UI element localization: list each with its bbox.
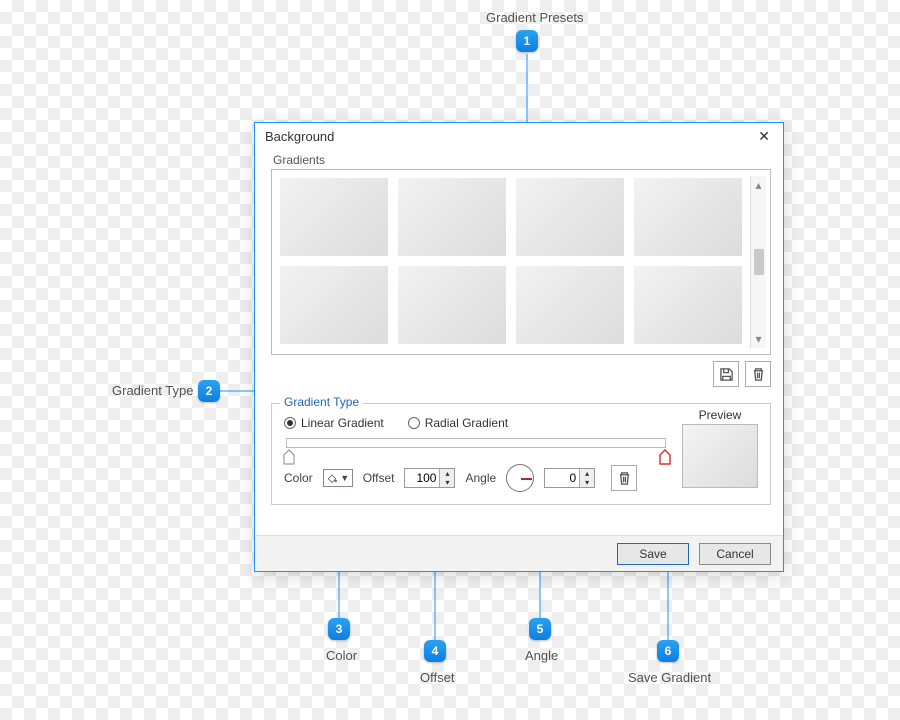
trash-icon bbox=[751, 367, 766, 382]
callout-marker-2: 2 bbox=[198, 380, 220, 402]
dialog-title: Background bbox=[265, 129, 334, 144]
callout-label-angle: Angle bbox=[525, 648, 558, 663]
callout-label-type: Gradient Type bbox=[112, 383, 193, 398]
save-button[interactable]: Save bbox=[617, 543, 689, 565]
gradients-section-label: Gradients bbox=[273, 153, 771, 167]
angle-value-field[interactable] bbox=[545, 471, 579, 485]
delete-stop-button[interactable] bbox=[611, 465, 637, 491]
delete-preset-button[interactable] bbox=[745, 361, 771, 387]
gradient-preset[interactable] bbox=[634, 266, 742, 344]
radio-linear-label: Linear Gradient bbox=[301, 416, 384, 430]
dialog-footer: Save Cancel bbox=[255, 535, 783, 571]
callout-label-color: Color bbox=[326, 648, 357, 663]
gradient-preset[interactable] bbox=[280, 266, 388, 344]
stop-marker-icon bbox=[659, 449, 671, 465]
gradient-presets-grid bbox=[278, 176, 744, 348]
gradient-stop-slider[interactable] bbox=[286, 438, 666, 448]
save-preset-button[interactable] bbox=[713, 361, 739, 387]
gradient-preset[interactable] bbox=[516, 266, 624, 344]
trash-icon bbox=[617, 471, 632, 486]
paint-bucket-icon bbox=[326, 472, 338, 484]
dropdown-caret-icon: ▼ bbox=[340, 473, 349, 483]
dialog-titlebar[interactable]: Background ✕ bbox=[255, 123, 783, 149]
angle-label: Angle bbox=[465, 471, 496, 485]
offset-value-field[interactable] bbox=[405, 471, 439, 485]
gradient-preview bbox=[682, 424, 758, 488]
callout-label-offset: Offset bbox=[420, 670, 454, 685]
floppy-disk-icon bbox=[719, 367, 734, 382]
gradient-preset[interactable] bbox=[634, 178, 742, 256]
color-label: Color bbox=[284, 471, 313, 485]
preview-section: Preview bbox=[682, 408, 758, 488]
gradient-presets-panel: ▴ ▾ bbox=[271, 169, 771, 355]
radio-radial-gradient[interactable]: Radial Gradient bbox=[408, 416, 508, 430]
spinner-down-icon[interactable]: ▾ bbox=[580, 478, 594, 487]
scroll-up-icon[interactable]: ▴ bbox=[755, 178, 761, 192]
background-dialog: Background ✕ Gradients ▴ ▾ bbox=[254, 122, 784, 572]
gradient-type-group-title: Gradient Type bbox=[280, 395, 363, 409]
stop-marker-icon bbox=[283, 449, 295, 465]
gradient-preset[interactable] bbox=[516, 178, 624, 256]
close-button[interactable]: ✕ bbox=[753, 126, 775, 146]
cancel-button[interactable]: Cancel bbox=[699, 543, 771, 565]
spinner-up-icon[interactable]: ▴ bbox=[580, 469, 594, 478]
callout-marker-6: 6 bbox=[657, 640, 679, 662]
scroll-down-icon[interactable]: ▾ bbox=[755, 332, 761, 346]
gradient-stop-end[interactable] bbox=[659, 449, 671, 465]
radio-dot-icon bbox=[408, 417, 420, 429]
callout-marker-4: 4 bbox=[424, 640, 446, 662]
callout-label-presets: Gradient Presets bbox=[486, 10, 584, 25]
offset-label: Offset bbox=[363, 471, 395, 485]
offset-input[interactable]: ▴ ▾ bbox=[404, 468, 455, 488]
callout-marker-5: 5 bbox=[529, 618, 551, 640]
spinner-down-icon[interactable]: ▾ bbox=[440, 478, 454, 487]
callout-label-save: Save Gradient bbox=[628, 670, 711, 685]
gradient-type-group: Gradient Type Preview Linear Gradient Ra… bbox=[271, 403, 771, 505]
gradient-preset[interactable] bbox=[280, 178, 388, 256]
radio-linear-gradient[interactable]: Linear Gradient bbox=[284, 416, 384, 430]
callout-marker-1: 1 bbox=[516, 30, 538, 52]
gradient-stop-start[interactable] bbox=[283, 449, 295, 465]
preview-label: Preview bbox=[682, 408, 758, 422]
callout-marker-3: 3 bbox=[328, 618, 350, 640]
spinner-up-icon[interactable]: ▴ bbox=[440, 469, 454, 478]
presets-scrollbar[interactable]: ▴ ▾ bbox=[750, 176, 766, 348]
gradient-preset[interactable] bbox=[398, 178, 506, 256]
radio-dot-icon bbox=[284, 417, 296, 429]
gradient-preset[interactable] bbox=[398, 266, 506, 344]
angle-input[interactable]: ▴ ▾ bbox=[544, 468, 595, 488]
radio-radial-label: Radial Gradient bbox=[425, 416, 508, 430]
angle-dial[interactable] bbox=[506, 464, 534, 492]
color-picker-button[interactable]: ▼ bbox=[323, 469, 353, 487]
scroll-thumb[interactable] bbox=[754, 249, 764, 275]
